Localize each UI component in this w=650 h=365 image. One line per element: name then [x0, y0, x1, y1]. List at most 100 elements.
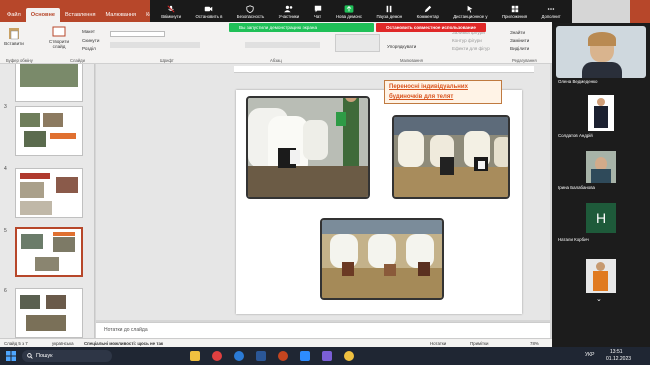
- chevron-down-icon[interactable]: ⌄: [596, 295, 602, 303]
- participant-video-tile[interactable]: [556, 26, 646, 78]
- more-label: Дополнит: [541, 13, 561, 19]
- slide-photo-calf-hutches-1[interactable]: [246, 96, 370, 199]
- slide-thumbnail[interactable]: [15, 288, 83, 338]
- participants-button[interactable]: Участники: [278, 5, 300, 19]
- new-share-label: Нова демонс: [335, 13, 363, 19]
- layout-button[interactable]: Макет: [82, 29, 95, 34]
- video-icon: [205, 6, 213, 11]
- remote-control-button[interactable]: Дистанционное у: [453, 5, 488, 19]
- tab-file[interactable]: Файл: [2, 8, 26, 22]
- slide-number: 6: [4, 288, 7, 294]
- teams-icon[interactable]: [322, 351, 332, 361]
- participant-avatar: [588, 95, 614, 131]
- slide-thumbnails-pane[interactable]: 3 4 5 6: [0, 64, 95, 338]
- font-name-select[interactable]: [110, 31, 165, 37]
- chat-label: Чат: [313, 13, 322, 19]
- stop-share-button[interactable]: Остановить совместное использование: [376, 23, 486, 32]
- shape-outline-button[interactable]: Контур фігури: [452, 38, 482, 43]
- font-format-buttons[interactable]: [110, 42, 200, 48]
- participant-avatar: [586, 259, 616, 293]
- slide-title-box[interactable]: Переносні індивідуальних будиночків для …: [384, 80, 502, 104]
- calf-hutch-row-image: [394, 117, 508, 197]
- participant-name: Олена Ведмеденко: [558, 79, 598, 84]
- viber-icon[interactable]: [344, 351, 354, 361]
- slide-thumbnail[interactable]: [15, 106, 83, 156]
- slide-number: 5: [4, 228, 7, 234]
- comment-icon: [424, 5, 431, 12]
- zoom-app-icon[interactable]: [300, 351, 310, 361]
- powerpoint-icon[interactable]: [278, 351, 288, 361]
- more-button[interactable]: Дополнит: [541, 5, 561, 19]
- window-controls[interactable]: [630, 0, 650, 23]
- annotate-button[interactable]: Комментар: [417, 5, 439, 19]
- clock-date[interactable]: 01.12.2023: [606, 356, 631, 362]
- pause-share-button[interactable]: Пауза демон: [376, 5, 402, 19]
- font-group-label: Шрифт: [160, 58, 174, 63]
- clipboard-group-label: Буфер обміну: [6, 58, 33, 63]
- editing-group-label: Редагування: [512, 58, 537, 63]
- tab-draw[interactable]: Малювання: [101, 8, 142, 22]
- clock-time[interactable]: 13:51: [610, 349, 623, 355]
- tab-insert[interactable]: Вставлення: [60, 8, 101, 22]
- slide-photo-calf-hutches-2[interactable]: [392, 115, 510, 199]
- paste-button[interactable]: Вставити: [4, 26, 24, 46]
- taskbar-search-box[interactable]: Пошук: [22, 350, 112, 362]
- slide-thumbnail[interactable]: [15, 168, 83, 218]
- paragraph-group-label: Абзац: [270, 58, 282, 63]
- participant-name: Натали Корбич: [558, 237, 589, 242]
- participants-panel: Олена Ведмеденко Солдатов Андрій Ірина Б…: [552, 23, 650, 347]
- slide-photo-calf-hutches-3[interactable]: [320, 218, 444, 300]
- participant-initial-avatar: Н: [586, 203, 616, 233]
- windows-taskbar: Пошук УКР 13:51 01.12.2023: [0, 347, 650, 365]
- windows-start-icon[interactable]: [6, 351, 16, 361]
- shield-icon: [246, 4, 255, 13]
- pause-icon: [386, 5, 392, 12]
- chat-icon: [314, 5, 321, 12]
- mute-button[interactable]: Ввімкнути: [161, 4, 182, 19]
- notes-field[interactable]: Нотатки до слайда: [96, 322, 550, 338]
- stop-video-button[interactable]: Остановить в: [195, 5, 222, 19]
- participant-name: Ірина Балабанова: [558, 185, 595, 190]
- file-explorer-icon[interactable]: [190, 351, 200, 361]
- apps-icon: [511, 5, 518, 12]
- participants-icon: [284, 5, 293, 12]
- video-label: Остановить в: [195, 13, 223, 19]
- shapes-gallery[interactable]: [335, 34, 380, 52]
- slide-number: 4: [4, 166, 7, 172]
- zoom-meeting-toolbar: Ввімкнути Остановить в Безопасность Учас…: [150, 0, 572, 23]
- select-button[interactable]: Виділити: [510, 46, 529, 51]
- section-button[interactable]: Розділ: [82, 46, 96, 51]
- participant-avatar: [586, 151, 616, 183]
- drawing-group-label: Малювання: [400, 58, 423, 63]
- slide-thumbnail-selected[interactable]: [15, 227, 83, 277]
- paste-label: Вставити: [4, 41, 24, 46]
- slide-title-line2: будиночків для телят: [389, 94, 454, 100]
- participant-name: Солдатов Андрій: [558, 133, 593, 138]
- tab-home[interactable]: Основне: [25, 8, 60, 22]
- edge-icon[interactable]: [234, 351, 244, 361]
- arrange-button[interactable]: Упорядкувати: [387, 44, 416, 49]
- security-label: Безопасность: [236, 13, 265, 19]
- chat-button[interactable]: Чат: [314, 5, 322, 19]
- apps-button[interactable]: Приложения: [502, 5, 527, 19]
- chrome-icon[interactable]: [212, 351, 222, 361]
- mute-label: Ввімкнути: [161, 13, 182, 19]
- shape-effects-button[interactable]: Ефекти для фігур: [452, 46, 490, 51]
- keyboard-language[interactable]: УКР: [585, 352, 594, 358]
- new-share-button[interactable]: Нова демонс: [335, 4, 363, 19]
- find-button[interactable]: Знайти: [510, 30, 525, 35]
- new-slide-button[interactable]: Створити слайд: [48, 26, 70, 49]
- slide-canvas[interactable]: Переносні індивідуальних будиночків для …: [236, 80, 522, 314]
- slide-title-line1: Переносні індивідуальних: [389, 84, 468, 90]
- mic-icon: [167, 4, 175, 13]
- replace-button[interactable]: Замінити: [510, 38, 529, 43]
- word-icon[interactable]: [256, 351, 266, 361]
- share-icon: [344, 4, 354, 13]
- reset-button[interactable]: Скинути: [82, 38, 99, 43]
- paragraph-buttons[interactable]: [245, 42, 320, 48]
- participants-label: Участники: [278, 13, 300, 19]
- slide-thumbnail[interactable]: [15, 64, 83, 102]
- new-slide-label: Створити слайд: [48, 39, 70, 49]
- calf-hutch-image: [248, 98, 368, 197]
- security-button[interactable]: Безопасность: [236, 4, 265, 19]
